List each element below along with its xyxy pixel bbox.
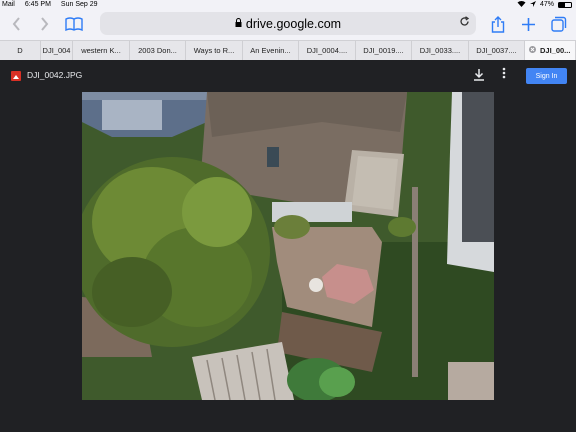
- download-icon[interactable]: [470, 66, 488, 84]
- wifi-icon: [517, 0, 526, 9]
- tab[interactable]: DJI_004: [41, 41, 73, 60]
- status-bar: Mail 6:45 PM Sun Sep 29 47%: [0, 0, 576, 9]
- chevron-left-icon[interactable]: [6, 14, 26, 34]
- tab[interactable]: D: [0, 41, 41, 60]
- address-bar[interactable]: drive.google.com: [100, 12, 476, 35]
- status-time: 6:45 PM: [24, 1, 51, 8]
- back-to-app-link[interactable]: Mail: [2, 1, 15, 8]
- sign-in-button[interactable]: Sign In: [526, 68, 567, 84]
- close-icon[interactable]: [529, 46, 536, 55]
- tabs-icon[interactable]: [549, 14, 569, 34]
- tab[interactable]: western K...: [73, 41, 130, 60]
- viewer-header: DJI_0042.JPG Sign In: [0, 60, 576, 92]
- chevron-right-icon[interactable]: [34, 14, 54, 34]
- plus-icon[interactable]: [518, 14, 538, 34]
- tab[interactable]: DJI_0004....: [299, 41, 356, 60]
- lock-icon: [235, 18, 242, 29]
- tab-active[interactable]: DJI_00...: [525, 41, 576, 60]
- battery-icon: [558, 1, 572, 8]
- file-name: DJI_0042.JPG: [27, 70, 83, 80]
- battery-percent: 47%: [539, 1, 554, 8]
- tab[interactable]: Ways to R...: [186, 41, 243, 60]
- more-vertical-icon[interactable]: [497, 66, 511, 84]
- url-text: drive.google.com: [245, 16, 342, 31]
- share-icon[interactable]: [488, 14, 508, 34]
- aerial-photo: [82, 92, 494, 400]
- tab[interactable]: DJI_0037....: [469, 41, 525, 60]
- tab[interactable]: An Evenin...: [243, 41, 299, 60]
- image-file-icon: [11, 71, 21, 81]
- tab[interactable]: 2003 Don...: [130, 41, 186, 60]
- tab[interactable]: DJI_0019....: [356, 41, 412, 60]
- tab-strip: D DJI_004 western K... 2003 Don... Ways …: [0, 40, 576, 60]
- status-date: Sun Sep 29: [60, 1, 98, 8]
- reload-icon[interactable]: [459, 15, 470, 30]
- location-icon: [529, 0, 536, 9]
- browser-toolbar: drive.google.com: [0, 9, 576, 40]
- tab[interactable]: DJI_0033....: [412, 41, 469, 60]
- book-icon[interactable]: [64, 14, 84, 34]
